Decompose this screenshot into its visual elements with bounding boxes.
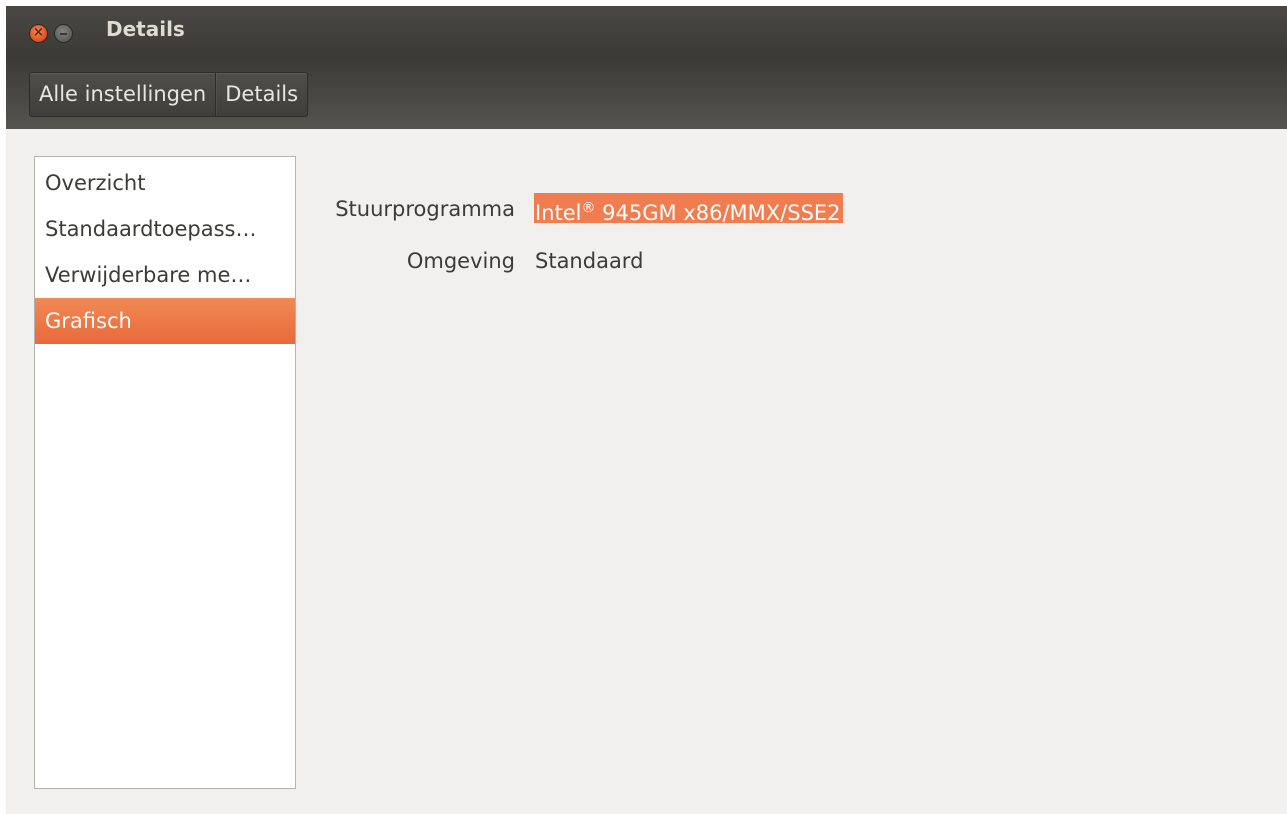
- title-bar[interactable]: Details: [6, 6, 1287, 58]
- breadcrumb-details[interactable]: Details: [215, 73, 307, 116]
- environment-value: Standaard: [535, 249, 644, 273]
- window-title: Details: [106, 17, 185, 41]
- details-window: Details Alle instellingen Details Overzi…: [6, 6, 1287, 814]
- sidebar-item-grafisch[interactable]: Grafisch: [35, 298, 295, 344]
- content-area: Overzicht Standaardtoepass… Verwijderbar…: [6, 129, 1287, 814]
- driver-value: Intel® 945GM x86/MMX/SSE2: [534, 193, 843, 225]
- breadcrumb-all-settings[interactable]: Alle instellingen: [30, 73, 215, 116]
- close-icon[interactable]: [29, 24, 48, 43]
- sidebar-item-standaardtoepassingen[interactable]: Standaardtoepass…: [35, 206, 295, 252]
- driver-label: Stuurprogramma: [335, 197, 515, 221]
- registered-mark: ®: [581, 200, 596, 216]
- sidebar-list: Overzicht Standaardtoepass… Verwijderbar…: [34, 156, 296, 789]
- environment-label: Omgeving: [406, 249, 515, 273]
- breadcrumb: Alle instellingen Details: [29, 72, 309, 117]
- driver-value-brand: Intel: [535, 201, 582, 225]
- toolbar: Alle instellingen Details: [6, 58, 1287, 129]
- sidebar-item-verwijderbare-media[interactable]: Verwijderbare me…: [35, 252, 295, 298]
- sidebar-item-overzicht[interactable]: Overzicht: [35, 160, 295, 206]
- minimize-icon[interactable]: [54, 24, 73, 43]
- driver-value-model: 945GM x86/MMX/SSE2: [595, 201, 841, 225]
